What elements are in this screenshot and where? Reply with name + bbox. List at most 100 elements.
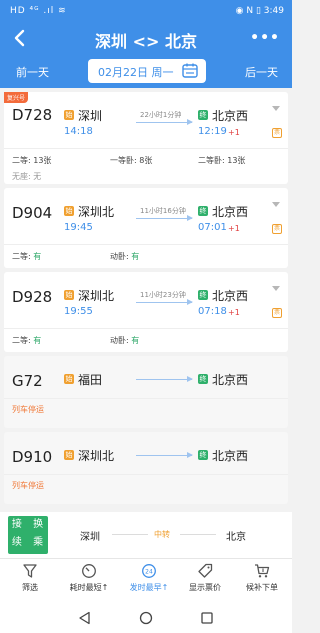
from-station: 深圳 [78,109,103,123]
route-arrow [136,376,193,382]
transfer-from: 深圳 [80,532,100,543]
departure-time: 19:55 [64,306,93,317]
train-card-g72[interactable]: G72 始 福田 终 北京西 列车停运 [4,356,288,428]
start-station-icon: 始 [64,110,74,120]
seat-label: 二等: [12,156,31,165]
seat-first-sleeper: 一等卧: 8张 [110,155,152,166]
cart-icon [255,564,270,578]
departure-time: 14:18 [64,126,93,137]
day-offset: +1 [228,128,240,137]
fuxing-badge: 复兴号 [4,92,29,103]
from-station: 深圳北 [78,205,115,219]
chevron-down-icon[interactable] [272,202,280,207]
end-station-icon: 终 [198,206,208,216]
clock24-icon: 24 [142,564,156,578]
route-arrow [136,119,193,125]
train-number: D904 [12,204,53,222]
system-nav-bar [0,602,292,633]
filter-icon [23,564,37,578]
seat-value: 13张 [227,156,246,165]
day-offset: +1 [228,308,240,317]
nav-home-icon[interactable] [139,611,153,625]
status-signal: HD ⁴ᴳ .ıl ≋ [10,6,67,16]
start-station-icon: 始 [64,450,74,460]
suspended-status: 列车停运 [12,405,44,414]
prev-day-button[interactable]: 前一天 [16,64,49,80]
seat-label: 一等卧: [110,156,137,165]
arrival-time: 07:18 [198,306,227,317]
seat-label: 二等: [12,252,31,261]
divider [4,244,288,245]
divider [4,474,288,475]
divider [4,148,288,149]
tab-earliest[interactable]: 24 发时最早↑ [120,563,178,593]
chevron-down-icon[interactable] [272,286,280,291]
seat-value: 有 [33,336,42,345]
price-tag-icon [198,563,213,578]
calendar-icon [182,63,198,78]
end-station-icon: 终 [198,374,208,384]
date-picker[interactable]: 02月22日 周一 [88,59,206,83]
header: HD ⁴ᴳ .ıl ≋ ◉ N ▯ 3:49 深圳 <> 北京 ••• 前一天 … [0,0,292,88]
start-station-icon: 始 [64,290,74,300]
tab-label: 发时最早↑ [129,583,169,592]
train-card-d910[interactable]: D910 始 深圳北 终 北京西 列车停运 [4,432,288,504]
seat-second-class: 二等: 有 [12,335,41,346]
route-arrow [136,299,193,305]
seat-second-class: 二等: 13张 [12,155,51,166]
tab-label: 候补下单 [246,583,278,592]
train-card-d928[interactable]: D928 始 深圳北 19:55 11小时23分钟 终 北京西 07:18 +1… [4,272,288,352]
tab-shortest[interactable]: 耗时最短↑ [60,563,118,593]
tab-filter[interactable]: 筛选 [10,563,50,593]
date-bar: 前一天 02月22日 周一 后一天 [0,56,292,88]
transfer-line [180,534,216,535]
seat-label: 无座: [12,172,31,181]
tab-waitlist[interactable]: 候补下单 [236,563,288,593]
more-menu-icon[interactable]: ••• [250,30,280,46]
to-station: 北京西 [212,289,249,303]
nav-recents-icon[interactable] [200,611,214,625]
to-station: 北京西 [212,449,249,463]
tab-label: 耗时最短↑ [69,583,109,592]
ticket-icon: 票 [272,128,282,138]
page-title[interactable]: 深圳 <> 北京 [0,28,292,52]
train-number: D910 [12,448,53,466]
transfer-via: 中转 [154,530,170,539]
from-station: 深圳北 [78,449,115,463]
to-station: 北京西 [212,109,249,123]
duration: 11小时16分钟 [140,207,186,215]
title-bar: 深圳 <> 北京 ••• [0,22,292,56]
status-bar: HD ⁴ᴳ .ıl ≋ ◉ N ▯ 3:49 [0,0,292,22]
seat-value: 13张 [33,156,52,165]
seat-sleeper: 动卧: 有 [110,251,139,262]
timer-icon [82,564,96,578]
tab-show-price[interactable]: 显示票价 [180,563,230,593]
transfer-line [112,534,148,535]
seat-value: 无 [33,172,42,181]
from-station: 深圳北 [78,289,115,303]
seat-sleeper: 动卧: 有 [110,335,139,346]
seat-no-seat: 无座: 无 [12,171,41,182]
ticket-icon: 票 [272,308,282,318]
app-screen: HD ⁴ᴳ .ıl ≋ ◉ N ▯ 3:49 深圳 <> 北京 ••• 前一天 … [0,0,292,633]
route-arrow [136,215,193,221]
train-card-d904[interactable]: D904 始 深圳北 19:45 11小时16分钟 终 北京西 07:01 +1… [4,188,288,268]
from-station: 福田 [78,373,103,387]
seat-label: 二等卧: [198,156,225,165]
day-offset: +1 [228,224,240,233]
tab-label: 显示票价 [189,583,221,592]
chevron-down-icon[interactable] [272,106,280,111]
train-card-d728[interactable]: 复兴号 D728 始 深圳 14:18 22小时1分钟 终 北京西 12:19 … [4,92,288,184]
arrival-time: 07:01 [198,222,227,233]
divider [4,328,288,329]
to-station: 北京西 [212,373,249,387]
transfer-badge: 接 换 续 乘 [8,516,48,554]
route-arrow [136,452,193,458]
arrival-time: 12:19 [198,126,227,137]
transfer-bar[interactable]: 接 换 续 乘 深圳 中转 北京 [0,512,292,558]
next-day-button[interactable]: 后一天 [245,64,278,80]
nav-back-icon[interactable] [78,611,92,625]
train-number: D728 [12,106,53,124]
departure-time: 19:45 [64,222,93,233]
bottom-tab-bar: 筛选 耗时最短↑ 24 发时最早↑ 显示票价 候补下单 [0,558,292,602]
